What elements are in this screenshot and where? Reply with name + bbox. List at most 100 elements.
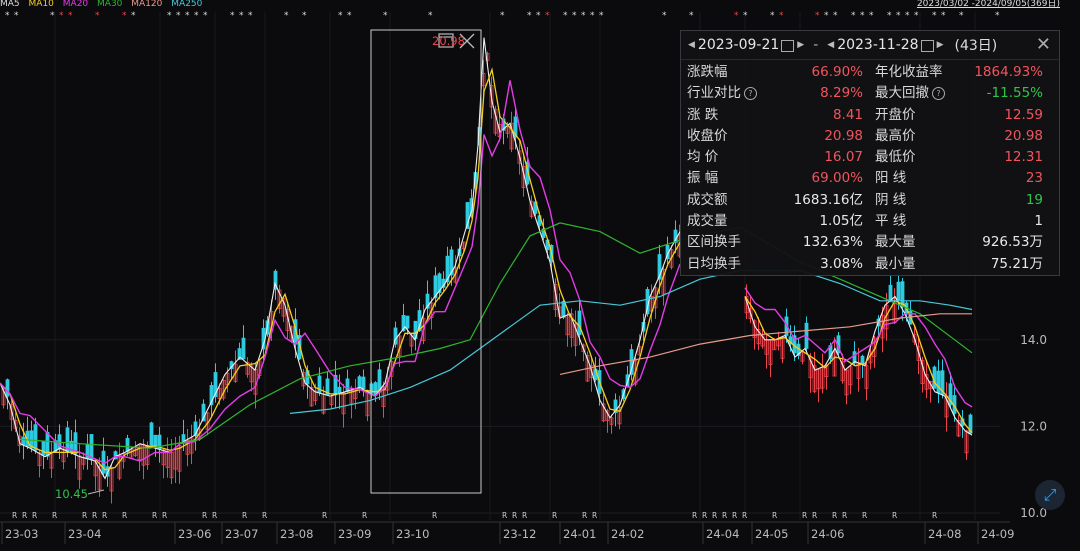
stats-grid: 涨跌幅 66.90% 年化收益率 1864.93% 行业对比? 8.29% 最大回撤? -11…	[681, 60, 1059, 275]
candle-body	[21, 436, 26, 445]
end-date-field[interactable]: 2023-11-28	[837, 37, 918, 53]
signal-marker: *	[536, 11, 541, 21]
stat-label: 均 价	[687, 149, 719, 166]
high-price-label: 20.98	[432, 34, 465, 48]
stat-value: 8.41	[832, 106, 863, 123]
event-marker: R	[262, 511, 267, 520]
next-end-arrow-icon[interactable]: ▶	[937, 40, 944, 50]
event-marker: R	[742, 511, 747, 520]
help-icon[interactable]: ?	[932, 87, 945, 101]
stat-label: 最低价	[875, 149, 916, 166]
next-start-arrow-icon[interactable]: ▶	[797, 40, 804, 50]
stat-label: 收盘价	[687, 127, 728, 144]
candle-body	[33, 424, 38, 451]
start-date-field[interactable]: 2023-09-21	[698, 37, 779, 53]
stat-value: -11.55%	[986, 85, 1043, 102]
signal-marker: *	[563, 11, 568, 21]
signal-marker: *	[869, 11, 874, 21]
signal-marker: *	[734, 11, 739, 21]
signal-marker: *	[941, 11, 946, 21]
x-tick-label: 23-12	[503, 527, 536, 541]
event-marker: R	[932, 511, 937, 520]
stat-label: 涨 跌	[687, 106, 719, 123]
legend-ma30[interactable]: MA30	[97, 0, 122, 9]
stat-label: 最大回撤?	[863, 83, 958, 104]
calendar-icon[interactable]	[920, 40, 934, 52]
expand-icon[interactable]: ⤢	[1035, 480, 1065, 510]
candle-body	[357, 376, 362, 389]
panel-header: ◀ 2023-09-21 ▶ - ◀ 2023-11-28 ▶ (43日) ✕	[681, 31, 1059, 60]
x-tick-label: 23-07	[225, 527, 258, 541]
signal-marker: *	[590, 11, 595, 21]
stat-label: 年化收益率	[875, 64, 943, 80]
event-marker: R	[502, 511, 507, 520]
event-marker: R	[832, 511, 837, 520]
y-tick-label: 12.0	[1020, 419, 1047, 433]
stat-label: 日均换手	[687, 255, 741, 272]
selected-range-box[interactable]	[370, 29, 482, 494]
stat-label: 最小量	[875, 255, 916, 272]
event-marker: R	[212, 511, 217, 520]
signal-marker: *	[284, 11, 289, 21]
signal-marker: *	[347, 11, 352, 21]
x-tick-label: 23-06	[178, 527, 211, 541]
stat-value: 12.31	[1004, 149, 1043, 166]
signal-marker: *	[932, 11, 937, 21]
signal-marker: *	[338, 11, 343, 21]
x-tick-label: 24-06	[811, 527, 844, 541]
event-marker: R	[12, 511, 17, 520]
signal-marker: *	[770, 11, 775, 21]
legend-ma5[interactable]: MA5	[0, 0, 20, 9]
signal-marker: *	[500, 11, 505, 21]
event-marker: R	[522, 511, 527, 520]
signal-marker: *	[50, 11, 55, 21]
signal-marker: *	[428, 11, 433, 21]
help-icon[interactable]: ?	[744, 87, 757, 101]
signal-marker: *	[68, 11, 73, 21]
ma10-line	[744, 296, 973, 434]
candle-body	[65, 427, 70, 452]
x-tick-label: 24-05	[755, 527, 788, 541]
stat-value: 19	[1025, 191, 1043, 208]
x-tick-label: 24-01	[563, 527, 596, 541]
event-marker: R	[122, 511, 127, 520]
signal-marker: *	[779, 11, 784, 21]
event-marker: R	[772, 511, 777, 520]
stat-label: 涨跌幅	[687, 64, 728, 80]
stat-value: 1864.93%	[974, 64, 1043, 80]
signal-marker: *	[833, 11, 838, 21]
signal-marker: *	[59, 11, 64, 21]
x-tick-label: 24-02	[611, 527, 644, 541]
event-marker: R	[362, 511, 367, 520]
x-tick-label: 24-09	[981, 527, 1014, 541]
event-marker: R	[712, 511, 717, 520]
event-marker: R	[802, 511, 807, 520]
prev-start-arrow-icon[interactable]: ◀	[688, 40, 695, 50]
x-tick-label: 23-08	[280, 527, 313, 541]
stat-value: 8.29%	[820, 85, 863, 102]
signal-marker: *	[545, 11, 550, 21]
signal-marker: *	[689, 11, 694, 21]
stat-value: 12.59	[1004, 106, 1043, 123]
stat-label: 成交量	[687, 213, 728, 230]
signal-marker: *	[662, 11, 667, 21]
stat-value: 16.07	[824, 149, 863, 166]
legend-ma250[interactable]: MA250	[171, 0, 202, 9]
signal-marker: *	[572, 11, 577, 21]
event-marker: R	[692, 511, 697, 520]
stat-label: 行业对比?	[687, 83, 782, 104]
signal-marker: *	[581, 11, 586, 21]
date-range-label[interactable]: 2023/03/02 -2024/09/05(369日)	[917, 0, 1060, 9]
legend-ma120[interactable]: MA120	[131, 0, 162, 9]
signal-marker: *	[743, 11, 748, 21]
y-tick-label: 14.0	[1020, 333, 1047, 347]
close-icon[interactable]: ✕	[1036, 34, 1051, 55]
legend-ma20[interactable]: MA20	[63, 0, 88, 9]
stat-label: 阳 线	[875, 170, 907, 187]
signal-marker: *	[14, 11, 19, 21]
calendar-icon[interactable]	[781, 40, 795, 52]
signal-marker: *	[167, 11, 172, 21]
legend-ma10[interactable]: MA10	[29, 0, 54, 9]
prev-end-arrow-icon[interactable]: ◀	[827, 40, 834, 50]
stat-label: 最高价	[875, 127, 916, 144]
